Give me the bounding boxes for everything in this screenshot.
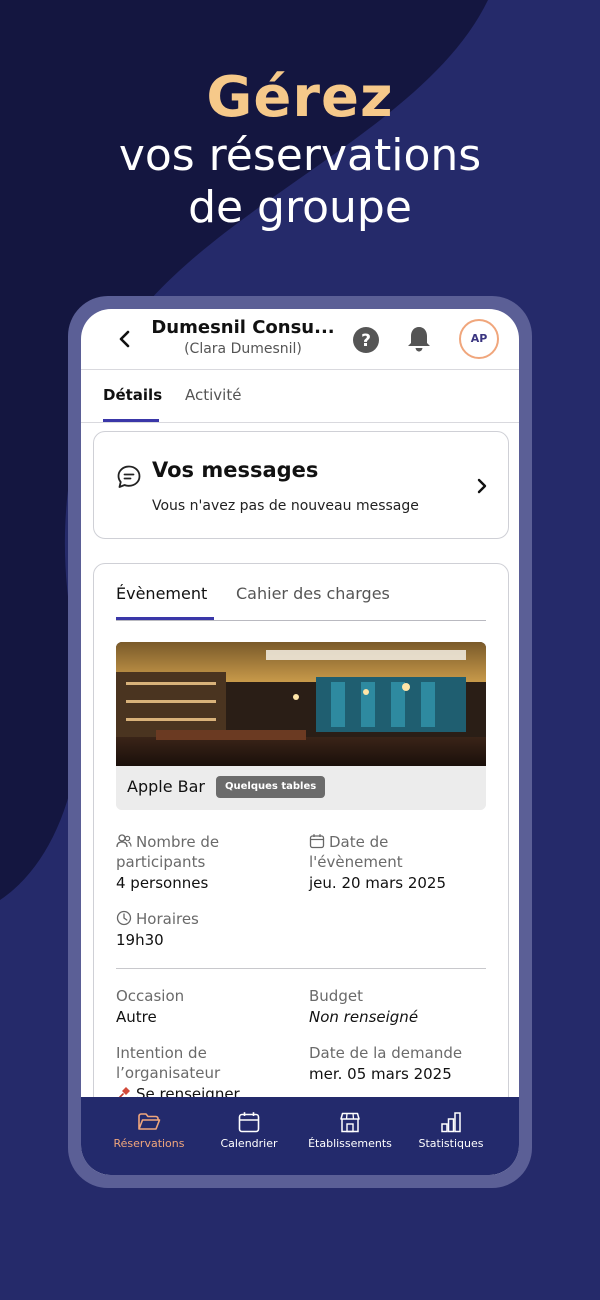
people-icon: [116, 834, 132, 848]
nav-calendar[interactable]: Calendrier: [199, 1111, 299, 1150]
page-subtitle: (Clara Dumesnil): [184, 341, 302, 357]
avatar[interactable]: AP: [459, 319, 499, 359]
venue-photo: [116, 642, 486, 766]
header-title-block: Dumesnil Consu... (Clara Dumesnil): [143, 317, 343, 359]
intention-label-2: l’organisateur: [116, 1064, 221, 1082]
participants-value: 4 personnes: [116, 874, 209, 892]
venue-badge: Quelques tables: [216, 776, 326, 798]
hero-line-1: vos réservations: [118, 130, 482, 181]
section-divider: [116, 968, 486, 969]
nav-establishments[interactable]: Établissements: [300, 1111, 400, 1150]
event-tab-indicator: [116, 617, 214, 620]
hero-accent-text: Gérez: [206, 65, 394, 130]
budget-value: Non renseigné: [309, 1008, 419, 1026]
request-date-value: mer. 05 mars 2025: [309, 1065, 452, 1083]
nav-reservations-label: Réservations: [113, 1137, 185, 1150]
occasion-value: Autre: [116, 1008, 157, 1026]
nav-reservations[interactable]: Réservations: [99, 1111, 199, 1150]
occasion-label: Occasion: [116, 987, 185, 1005]
hours-value: 19h30: [116, 931, 164, 949]
hero-line-2: de groupe: [188, 182, 412, 233]
message-icon: [117, 465, 141, 488]
messages-subtitle: Vous n'avez pas de nouveau message: [152, 498, 419, 514]
nav-calendar-label: Calendrier: [220, 1137, 278, 1150]
calendar-icon: [309, 834, 325, 849]
svg-text:?: ?: [361, 331, 371, 351]
budget-label: Budget: [309, 987, 363, 1005]
participants-label-1: Nombre de: [136, 833, 220, 851]
hero-heading: Gérez vos réservations de groupe: [0, 66, 600, 234]
folder-icon: [138, 1113, 161, 1130]
storefront-icon: [340, 1112, 360, 1133]
bell-icon[interactable]: [404, 324, 434, 354]
back-icon[interactable]: [115, 327, 135, 351]
venue-card[interactable]: Apple Bar Quelques tables: [116, 642, 486, 810]
participants-label-2: participants: [116, 853, 206, 871]
chevron-right-icon: [477, 478, 487, 494]
active-tab-indicator: [103, 419, 159, 422]
bar-chart-icon: [441, 1112, 461, 1133]
request-date-label: Date de la demande: [309, 1044, 463, 1062]
page-title: Dumesnil Consu...: [151, 317, 335, 338]
nav-establishments-label: Établissements: [308, 1137, 392, 1150]
intention-label-1: Intention de: [116, 1044, 207, 1062]
event-card: Évènement Cahier des charges Apple Bar Q…: [93, 563, 509, 1175]
nav-statistics[interactable]: Statistiques: [401, 1111, 501, 1150]
detail-tabs: Détails Activité: [81, 370, 519, 423]
event-date-label: Date de: [309, 832, 388, 852]
tab-details[interactable]: Détails: [103, 386, 162, 404]
tab-specifications[interactable]: Cahier des charges: [236, 584, 390, 603]
clock-icon: [116, 910, 132, 926]
bottom-navigation: Réservations Calendrier Établissements S…: [81, 1097, 519, 1175]
hours-label: Horaires: [116, 909, 199, 929]
app-header: Dumesnil Consu... (Clara Dumesnil) ? AP: [81, 309, 519, 370]
event-date-value: jeu. 20 mars 2025: [309, 874, 447, 892]
event-date-label-1: Date de: [329, 833, 389, 851]
event-tabs: Évènement Cahier des charges: [116, 564, 486, 621]
participants-label: Nombre de: [116, 832, 219, 852]
venue-info-bar: Apple Bar Quelques tables: [116, 766, 486, 810]
messages-card[interactable]: Vos messages Vous n'avez pas de nouveau …: [93, 431, 509, 539]
nav-statistics-label: Statistiques: [418, 1137, 484, 1150]
help-icon[interactable]: ?: [351, 325, 381, 355]
hours-label-text: Horaires: [136, 910, 199, 928]
venue-name: Apple Bar: [127, 777, 205, 796]
phone-screen: Dumesnil Consu... (Clara Dumesnil) ? AP …: [81, 309, 519, 1175]
event-date-label-2: l'évènement: [309, 853, 403, 871]
tab-event[interactable]: Évènement: [116, 584, 207, 603]
tab-activity[interactable]: Activité: [185, 386, 241, 404]
calendar-icon: [238, 1112, 260, 1133]
messages-title: Vos messages: [152, 458, 319, 482]
